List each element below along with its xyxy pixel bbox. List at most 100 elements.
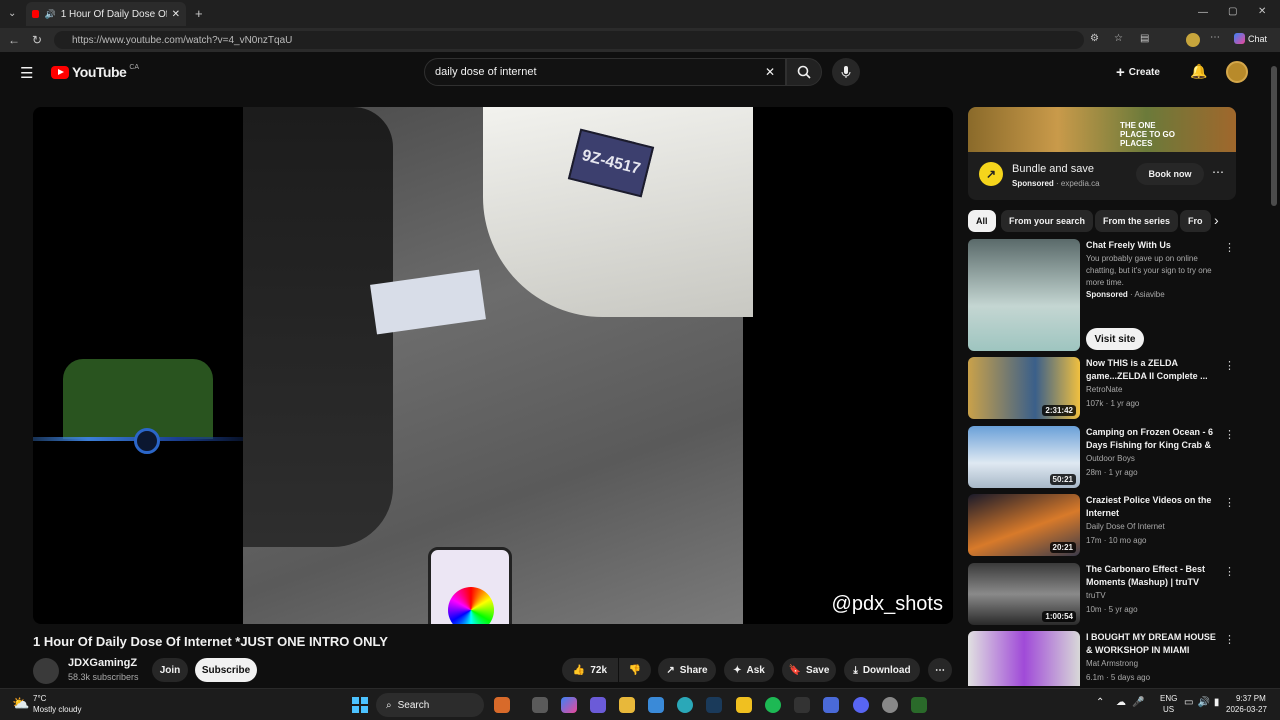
visit-site-button[interactable]: Visit site [1086, 328, 1144, 350]
language-code[interactable]: ENG [1160, 694, 1177, 703]
related-thumbnail[interactable]: 2:31:42 [968, 357, 1080, 419]
create-button[interactable]: + Create [1116, 60, 1160, 84]
share-button[interactable]: ↗ Share [658, 658, 716, 682]
related-channel[interactable]: RetroNate [1086, 385, 1122, 394]
widget-app-icon[interactable] [494, 697, 510, 713]
related-title[interactable]: I BOUGHT MY DREAM HOUSE & WORKSHOP IN MI… [1086, 631, 1218, 657]
related-title[interactable]: Chat Freely With Us [1086, 239, 1218, 252]
scrollbar-thumb[interactable] [1271, 66, 1277, 206]
speaker-icon[interactable]: 🔊 [44, 9, 55, 20]
maximize-icon[interactable]: ▢ [1228, 6, 1237, 17]
hamburger-menu-icon[interactable]: ☰ [20, 64, 33, 82]
related-thumbnail[interactable]: 1:00:54 [968, 563, 1080, 625]
channel-avatar[interactable] [33, 658, 59, 684]
reload-icon[interactable]: ↻ [32, 33, 42, 47]
spotify-icon[interactable] [765, 697, 781, 713]
collections-icon[interactable]: ▤ [1140, 33, 1149, 44]
channel-name[interactable]: JDXGamingZ [68, 657, 137, 669]
url-field[interactable]: https://www.youtube.com/watch?v=4_vN0nzT… [54, 31, 1084, 49]
task-view-icon[interactable] [532, 697, 548, 713]
download-button[interactable]: ⤓ Download [844, 658, 920, 682]
related-video-item[interactable]: I BOUGHT MY DREAM HOUSE & WORKSHOP IN MI… [968, 631, 1238, 686]
related-title[interactable]: Camping on Frozen Ocean - 6 Days Fishing… [1086, 426, 1218, 452]
chip-from-the-series[interactable]: From the series [1095, 210, 1179, 232]
notifications-bell-icon[interactable]: 🔔 [1190, 63, 1207, 80]
discord-icon[interactable] [853, 697, 869, 713]
account-avatar[interactable] [1226, 61, 1248, 83]
more-actions-button[interactable]: ⋯ [928, 658, 952, 682]
search-button[interactable] [786, 58, 822, 86]
youtube-logo[interactable]: YouTube CA [51, 64, 139, 80]
ask-button[interactable]: ✦ Ask [724, 658, 774, 682]
search-input[interactable]: daily dose of internet ✕ [424, 58, 786, 86]
book-now-button[interactable]: Book now [1136, 163, 1204, 185]
tray-overflow-icon[interactable]: ⌃ [1096, 697, 1104, 708]
app-gray-icon[interactable] [882, 697, 898, 713]
dislike-button[interactable]: 👎 [619, 658, 651, 682]
clock-time[interactable]: 9:37 PM [1236, 694, 1266, 703]
new-tab-icon[interactable]: + [195, 6, 203, 21]
back-icon[interactable]: ← [8, 33, 20, 47]
clock-date[interactable]: 2026-03-27 [1226, 705, 1267, 714]
close-tab-icon[interactable]: ✕ [172, 9, 180, 20]
edge-icon[interactable] [677, 697, 693, 713]
subscribe-button[interactable]: Subscribe [195, 658, 257, 682]
taskbar-search[interactable]: ⌕ Search [376, 693, 484, 717]
related-menu-dots-icon[interactable]: ⋮ [1224, 241, 1235, 254]
related-thumbnail[interactable] [968, 239, 1080, 351]
sponsored-ad-card[interactable]: THE ONE PLACE TO GO PLACES ↗ Bundle and … [968, 107, 1236, 200]
related-thumbnail[interactable]: 20:21 [968, 494, 1080, 556]
copilot-chat-button[interactable]: Chat [1234, 33, 1267, 44]
windows-start-icon[interactable] [352, 697, 368, 713]
favorites-icon[interactable]: ☆ [1114, 33, 1123, 44]
ad-menu-dots-icon[interactable]: ⋯ [1212, 165, 1224, 179]
related-menu-dots-icon[interactable]: ⋮ [1224, 496, 1235, 509]
steam-icon[interactable] [706, 697, 722, 713]
browser-tab[interactable]: 🔊 1 Hour Of Daily Dose Of Interne ✕ [26, 2, 186, 26]
save-button[interactable]: 🔖 Save [782, 658, 836, 682]
tab-list-chevron-icon[interactable]: ⌄ [8, 8, 16, 19]
minimize-icon[interactable]: — [1198, 7, 1208, 18]
related-title[interactable]: Now THIS is a ZELDA game...ZELDA II Comp… [1086, 357, 1218, 383]
menu-dots-icon[interactable]: ⋯ [1210, 32, 1220, 43]
video-player[interactable]: 9Z-4517 @pdx_shots [33, 107, 953, 624]
related-menu-dots-icon[interactable]: ⋮ [1224, 359, 1235, 372]
clear-search-icon[interactable]: ✕ [765, 65, 775, 79]
related-channel[interactable]: truTV [1086, 591, 1106, 600]
profile-avatar[interactable] [1186, 33, 1200, 47]
voice-search-button[interactable] [832, 58, 860, 86]
related-video-item[interactable]: 20:21 Craziest Police Videos on the Inte… [968, 494, 1238, 556]
related-menu-dots-icon[interactable]: ⋮ [1224, 565, 1235, 578]
teams-icon[interactable] [590, 697, 606, 713]
like-button[interactable]: 👍 72k [562, 658, 618, 682]
chips-next-chevron-icon[interactable]: › [1214, 212, 1219, 228]
extensions-icon[interactable]: ⚙ [1090, 33, 1099, 44]
related-menu-dots-icon[interactable]: ⋮ [1224, 633, 1235, 646]
app-green-icon[interactable] [911, 697, 927, 713]
related-thumbnail[interactable]: 50:21 [968, 426, 1080, 488]
related-video-item[interactable]: 1:00:54 The Carbonaro Effect - Best Mome… [968, 563, 1238, 625]
related-channel[interactable]: Mat Armstrong [1086, 659, 1138, 668]
store-icon[interactable] [648, 697, 664, 713]
chip-more[interactable]: Fro [1180, 210, 1211, 232]
related-title[interactable]: Craziest Police Videos on the Internet [1086, 494, 1218, 520]
tray-icons[interactable]: ☁🎤 [1116, 697, 1150, 708]
chip-from-your-search[interactable]: From your search [1001, 210, 1094, 232]
chip-all[interactable]: All [968, 210, 996, 232]
close-window-icon[interactable]: ✕ [1258, 6, 1266, 17]
region-code[interactable]: US [1163, 705, 1174, 714]
network-volume-battery-icons[interactable]: ▭🔊▮ [1184, 697, 1223, 708]
related-thumbnail[interactable] [968, 631, 1080, 686]
related-title[interactable]: The Carbonaro Effect - Best Moments (Mas… [1086, 563, 1218, 589]
weather-icon[interactable]: ⛅ [12, 695, 29, 712]
join-button[interactable]: Join [152, 658, 188, 682]
related-channel[interactable]: Outdoor Boys [1086, 454, 1135, 463]
app-yellow-icon[interactable] [736, 697, 752, 713]
related-sponsored-item[interactable]: Chat Freely With Us You probably gave up… [968, 239, 1238, 351]
copilot-app-icon[interactable] [561, 697, 577, 713]
app-blue-icon[interactable] [823, 697, 839, 713]
related-video-item[interactable]: 2:31:42 Now THIS is a ZELDA game...ZELDA… [968, 357, 1238, 419]
related-menu-dots-icon[interactable]: ⋮ [1224, 428, 1235, 441]
related-channel[interactable]: Daily Dose Of Internet [1086, 522, 1165, 531]
page-scrollbar[interactable] [1268, 52, 1280, 688]
